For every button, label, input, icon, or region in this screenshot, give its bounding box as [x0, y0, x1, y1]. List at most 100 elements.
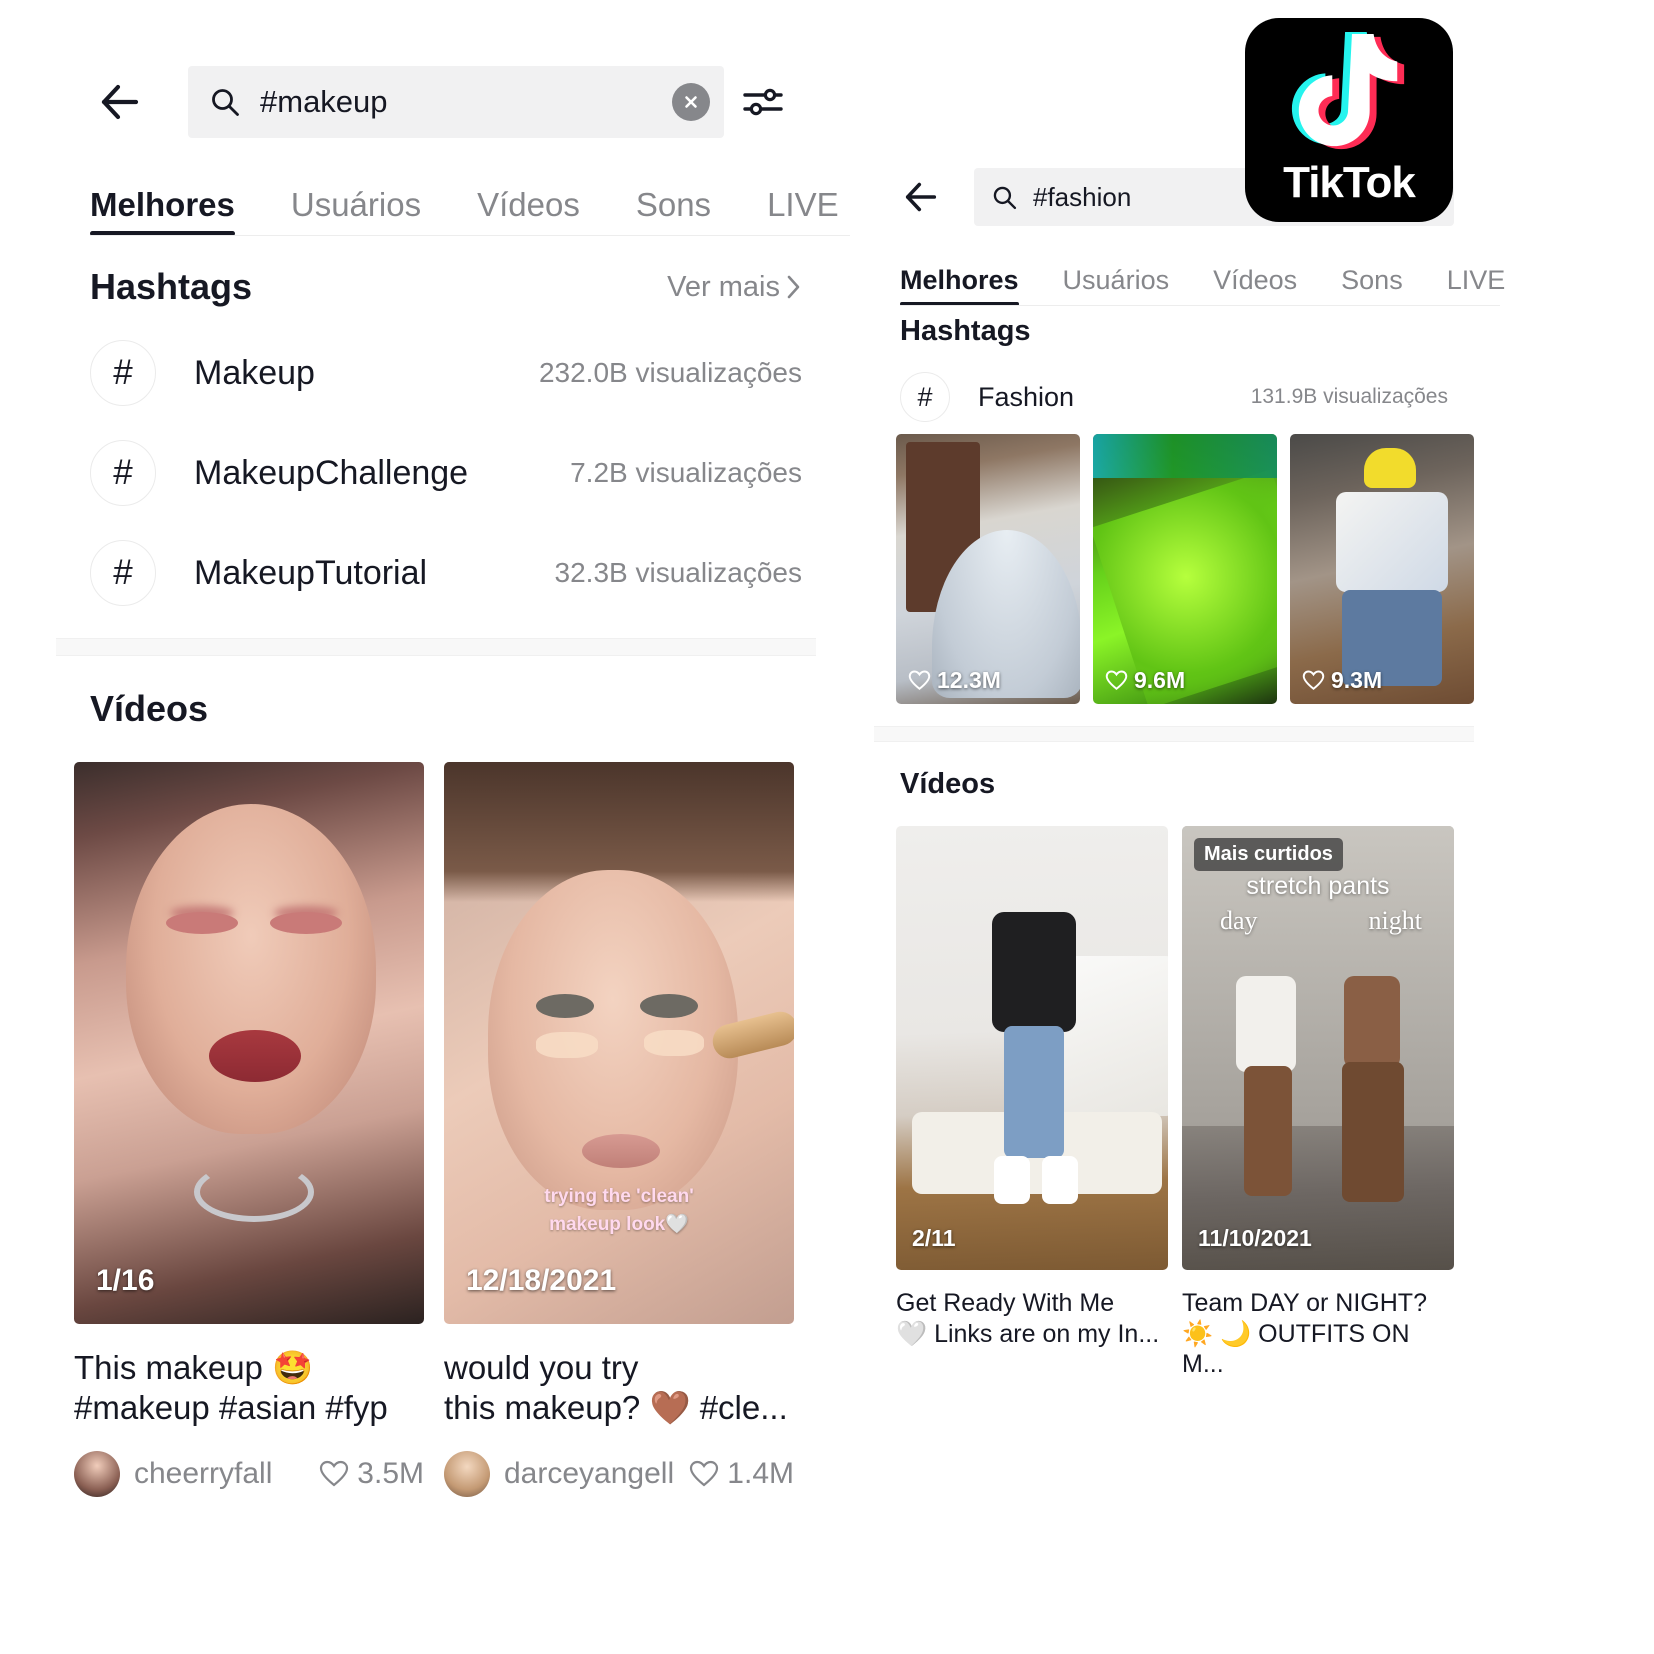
left-search-header: #makeup — [90, 66, 802, 138]
tab-label: Usuários — [1062, 265, 1170, 295]
tab-live[interactable]: LIVE — [1447, 265, 1506, 296]
hashtag-row-makeuptutorial[interactable]: # MakeupTutorial 32.3B visualizações — [90, 540, 802, 606]
search-icon — [210, 87, 240, 117]
section-title-hashtags: Hashtags — [90, 266, 253, 307]
tiktok-note-icon — [1291, 31, 1405, 150]
thumb-kitchen-bg — [1182, 826, 1454, 1126]
thumb-person-right — [1344, 976, 1400, 1068]
hashtag-name: Fashion — [978, 381, 1075, 412]
thumb-pants-left — [1244, 1066, 1292, 1196]
thumb-shirt — [1336, 492, 1448, 592]
tab-melhores[interactable]: Melhores — [900, 265, 1019, 306]
filter-icon — [743, 88, 783, 116]
video-meta: cheerryfall 3.5M — [74, 1450, 424, 1497]
search-icon — [992, 185, 1017, 210]
avatar[interactable] — [444, 1450, 490, 1497]
back-button[interactable] — [90, 66, 150, 138]
likes-count: 1.4M — [727, 1456, 794, 1490]
hashtag-thumbnail[interactable]: 9.6M — [1093, 434, 1277, 704]
tab-label: Usuários — [290, 186, 422, 223]
tab-usuarios[interactable]: Usuários — [291, 186, 421, 224]
filter-button[interactable] — [724, 66, 802, 138]
screenshot-root: #makeup Melhores Usuários Vídeos Sons LI… — [0, 0, 1654, 1654]
tiktok-logo: TikTok — [1245, 18, 1453, 222]
hashtag-thumbnail[interactable]: 12.3M — [896, 434, 1080, 704]
likes-count: 3.5M — [357, 1456, 424, 1490]
tab-label: Melhores — [90, 186, 235, 223]
tiktok-wordmark: TikTok — [1283, 158, 1416, 207]
tab-label: Sons — [1341, 265, 1403, 295]
see-more-button[interactable]: Ver mais — [667, 271, 802, 304]
tab-label: Vídeos — [477, 186, 580, 223]
video-thumbnail[interactable]: Mais curtidos stretch pants day night 11… — [1182, 826, 1454, 1270]
video-meta: darceyangell 1.4M — [444, 1450, 794, 1497]
thumb-shoe-left — [994, 1156, 1030, 1204]
caption-line-1: This makeup 🤩 — [74, 1349, 314, 1386]
tab-videos[interactable]: Vídeos — [1213, 265, 1297, 296]
thumb-pants-right — [1342, 1062, 1404, 1202]
back-button[interactable] — [896, 168, 946, 226]
search-input[interactable]: #makeup — [188, 66, 724, 138]
video-date-badge: 12/18/2021 — [466, 1264, 617, 1297]
search-input-value: #makeup — [260, 84, 388, 119]
tab-divider — [900, 305, 1500, 306]
hashtag-icon: # — [90, 440, 156, 506]
video-card[interactable]: trying the 'clean' makeup look🤍 12/18/20… — [444, 762, 794, 1497]
thumb-top-banner — [1093, 434, 1277, 478]
tab-videos[interactable]: Vídeos — [477, 186, 580, 224]
avatar[interactable] — [74, 1450, 120, 1497]
thumb-eye-right — [640, 994, 698, 1018]
video-likes: 3.5M — [319, 1457, 424, 1491]
thumb-likes: 9.3M — [1302, 667, 1382, 694]
video-caption: would you try this makeup? 🤎 #cle... — [444, 1348, 794, 1429]
likes-count: 12.3M — [937, 667, 1001, 693]
video-date-badge: 2/11 — [912, 1225, 956, 1251]
tab-sons[interactable]: Sons — [1341, 265, 1403, 296]
thumb-eye-left — [536, 994, 594, 1018]
tab-label: Sons — [635, 186, 712, 223]
video-caption: Team DAY or NIGHT? ☀️ 🌙 OUTFITS ON M... — [1182, 1288, 1454, 1380]
overlay-day: day — [1220, 906, 1258, 935]
hashtag-thumbnail[interactable]: 9.3M — [1290, 434, 1474, 704]
video-thumbnail[interactable]: trying the 'clean' makeup look🤍 12/18/20… — [444, 762, 794, 1324]
caption-line-2: ☀️ 🌙 OUTFITS ON M... — [1182, 1319, 1410, 1379]
video-thumbnail[interactable]: 1/16 — [74, 762, 424, 1324]
tab-melhores[interactable]: Melhores — [90, 186, 235, 236]
video-likes: 1.4M — [689, 1457, 794, 1491]
back-arrow-icon — [101, 84, 139, 120]
video-thumbnail[interactable]: 2/11 — [896, 826, 1168, 1270]
hashtag-row-fashion[interactable]: # Fashion 131.9B visualizações — [900, 372, 1448, 422]
chevron-right-icon — [787, 275, 800, 299]
video-username[interactable]: darceyangell — [504, 1457, 674, 1491]
heart-icon — [320, 1460, 349, 1486]
video-username[interactable]: cheerryfall — [134, 1457, 272, 1491]
back-arrow-icon — [905, 182, 937, 212]
hashtag-views: 32.3B visualizações — [554, 557, 802, 588]
hashtag-row-makeupchallenge[interactable]: # MakeupChallenge 7.2B visualizações — [90, 440, 802, 506]
thumb-lips — [209, 1030, 301, 1082]
left-search-panel: #makeup Melhores Usuários Vídeos Sons LI… — [56, 0, 850, 1560]
hashtag-views: 131.9B visualizações — [1250, 385, 1448, 408]
section-title-videos-right: Vídeos — [900, 768, 996, 800]
tab-label: LIVE — [1446, 265, 1506, 295]
video-date-badge: 1/16 — [96, 1264, 155, 1297]
overlay-night: night — [1368, 906, 1422, 935]
see-more-label: Ver mais — [667, 270, 780, 303]
hashtag-views: 232.0B visualizações — [538, 357, 802, 388]
likes-count: 9.6M — [1134, 667, 1186, 693]
section-separator-band — [874, 726, 1474, 742]
clear-icon[interactable] — [672, 83, 710, 121]
thumb-concealer-left — [536, 1032, 598, 1058]
tab-label: Vídeos — [1213, 265, 1298, 295]
tab-divider — [90, 235, 850, 236]
video-date-badge: 11/10/2021 — [1198, 1225, 1312, 1251]
tab-sons[interactable]: Sons — [636, 186, 711, 224]
video-card[interactable]: 1/16 This makeup 🤩 #makeup #asian #fyp c… — [74, 762, 424, 1497]
tab-usuarios[interactable]: Usuários — [1063, 265, 1170, 296]
tab-live[interactable]: LIVE — [767, 186, 839, 224]
thumb-necklace — [194, 1162, 314, 1222]
video-card[interactable]: 2/11 Get Ready With Me 🤍 Links are on my… — [896, 826, 1168, 1349]
section-title-videos-left: Vídeos — [90, 688, 209, 729]
hashtag-row-makeup[interactable]: # Makeup 232.0B visualizações — [90, 340, 802, 406]
video-card[interactable]: Mais curtidos stretch pants day night 11… — [1182, 826, 1454, 1380]
